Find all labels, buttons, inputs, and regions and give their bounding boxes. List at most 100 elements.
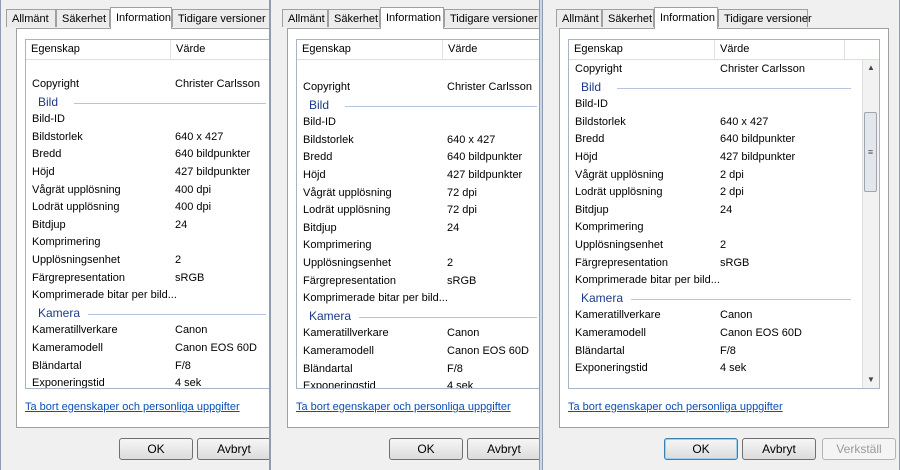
ok-button[interactable]: OK [664,438,738,460]
property-value: sRGB [175,271,205,284]
property-value: 640 bildpunkter [720,133,796,146]
property-name: Bildstorlek [303,133,354,146]
section-divider [74,102,266,104]
property-value: 427 bildpunkter [175,165,251,178]
property-value: 24 [175,218,188,231]
property-name: Komprimering [32,236,101,249]
section-title: Bild [309,97,330,112]
property-name: Upplösningsenhet [32,253,121,266]
property-name: Bredd [303,151,333,164]
property-value: 640 bildpunkter [447,151,523,164]
tab-security[interactable]: Säkerhet [602,9,654,27]
property-value: F/8 [447,362,463,375]
property-value: sRGB [720,256,750,269]
remove-properties-link[interactable]: Ta bort egenskaper och personliga uppgif… [568,401,783,413]
properties-dialog-1: Allmänt Säkerhet Information Tidigare ve… [0,0,270,470]
property-value: 427 bildpunkter [720,150,796,163]
property-value: Christer Carlsson [447,81,532,93]
properties-dialog-2: Allmänt Säkerhet Information Tidigare ve… [270,0,540,470]
property-name: Höjd [575,150,598,163]
property-value: 2 dpi [720,186,744,199]
ok-button[interactable]: OK [389,438,463,460]
column-value[interactable]: Värde [715,40,845,59]
property-name: Bländartal [575,344,625,357]
property-list[interactable]: Egenskap Värde Copyright Christer Carlsso… [296,39,539,389]
property-value: Canon EOS 60D [447,344,529,357]
property-name: Bredd [32,148,62,161]
property-value: 2 [720,238,727,251]
apply-button[interactable]: Verkställ [822,438,896,460]
remove-properties-link[interactable]: Ta bort egenskaper och personliga uppgif… [25,401,240,413]
tab-general[interactable]: Allmänt [282,9,328,27]
tab-previous-versions[interactable]: Tidigare versioner [444,9,539,27]
tab-details[interactable]: Information [110,7,172,29]
grip-icon: ≡ [867,147,874,157]
property-value: Canon EOS 60D [175,341,257,354]
property-value: Christer Carlsson [720,63,805,75]
property-value: sRGB [447,274,477,287]
property-name: Bildstorlek [575,115,626,128]
property-value: 4 sek [447,380,474,389]
property-name: Bildstorlek [32,130,83,143]
property-value: 400 dpi [175,183,212,196]
tab-details[interactable]: Information [654,7,718,29]
property-value: F/8 [720,344,736,357]
tab-general[interactable]: Allmänt [556,9,602,27]
scroll-thumb[interactable]: ≡ [864,112,877,192]
property-name: Färgrepresentation [303,274,396,287]
section-title: Kamera [309,308,352,323]
property-list[interactable]: Egenskap Värde Copyright Christer Carlsso… [568,39,880,389]
remove-properties-link[interactable]: Ta bort egenskaper och personliga uppgif… [296,401,511,413]
section-divider [345,105,537,107]
column-property[interactable]: Egenskap [297,40,443,59]
property-name: Copyright [303,81,351,93]
property-name: Vågrät upplösning [32,183,121,196]
tab-security[interactable]: Säkerhet [328,9,380,27]
property-name: Färgrepresentation [575,256,668,269]
details-panel: Egenskap Värde Copyright Christer Carlsso… [287,28,539,428]
property-name: Exponeringstid [575,362,648,375]
property-value: 427 bildpunkter [447,168,523,181]
cancel-button[interactable]: Avbryt [742,438,816,460]
column-property[interactable]: Egenskap [569,40,715,59]
column-header: Egenskap Värde [26,40,269,60]
property-value: Canon [720,309,753,322]
property-name: Bild-ID [575,98,609,111]
property-name: Kameramodell [575,326,646,339]
ok-button[interactable]: OK [119,438,193,460]
vertical-scrollbar[interactable]: ▲ ≡ ▼ [862,60,879,388]
property-value: Canon EOS 60D [720,326,802,339]
cancel-button[interactable]: Avbryt [467,438,539,460]
property-name: Copyright [575,63,623,75]
property-name: Bitdjup [575,203,609,216]
cancel-button[interactable]: Avbryt [197,438,269,460]
property-value: 24 [447,221,460,234]
property-value: Christer Carlsson [175,78,260,90]
tab-security[interactable]: Säkerhet [56,9,110,27]
section-title: Kamera [38,305,81,320]
column-value[interactable]: Värde [443,40,539,59]
tab-previous-versions[interactable]: Tidigare versioner [172,9,269,27]
property-name: Lodrät upplösning [32,201,120,214]
tab-general[interactable]: Allmänt [6,9,56,27]
column-value[interactable]: Värde [171,40,269,59]
scroll-up-arrow-icon[interactable]: ▲ [863,60,879,76]
property-name: Kameratillverkare [32,324,118,337]
column-header: Egenskap Värde [569,40,879,60]
property-value: 640 bildpunkter [175,148,251,161]
property-name: Komprimerade bitar per bild... [575,274,720,287]
tab-previous-versions[interactable]: Tidigare versioner [718,9,812,27]
property-name: Lodrät upplösning [303,204,391,217]
property-value: 2 dpi [720,168,744,181]
column-property[interactable]: Egenskap [26,40,171,59]
property-value: Canon [447,327,480,340]
property-name: Kameratillverkare [303,327,389,340]
property-value: F/8 [175,359,191,372]
tab-details[interactable]: Information [380,7,444,29]
scroll-down-arrow-icon[interactable]: ▼ [863,372,879,388]
section-divider [631,298,851,300]
property-name: Upplösningsenhet [303,256,392,269]
property-list[interactable]: Egenskap Värde Copyright Christer Carlsso… [25,39,269,389]
property-name: Vågrät upplösning [303,186,392,199]
property-name: Bländartal [303,362,353,375]
